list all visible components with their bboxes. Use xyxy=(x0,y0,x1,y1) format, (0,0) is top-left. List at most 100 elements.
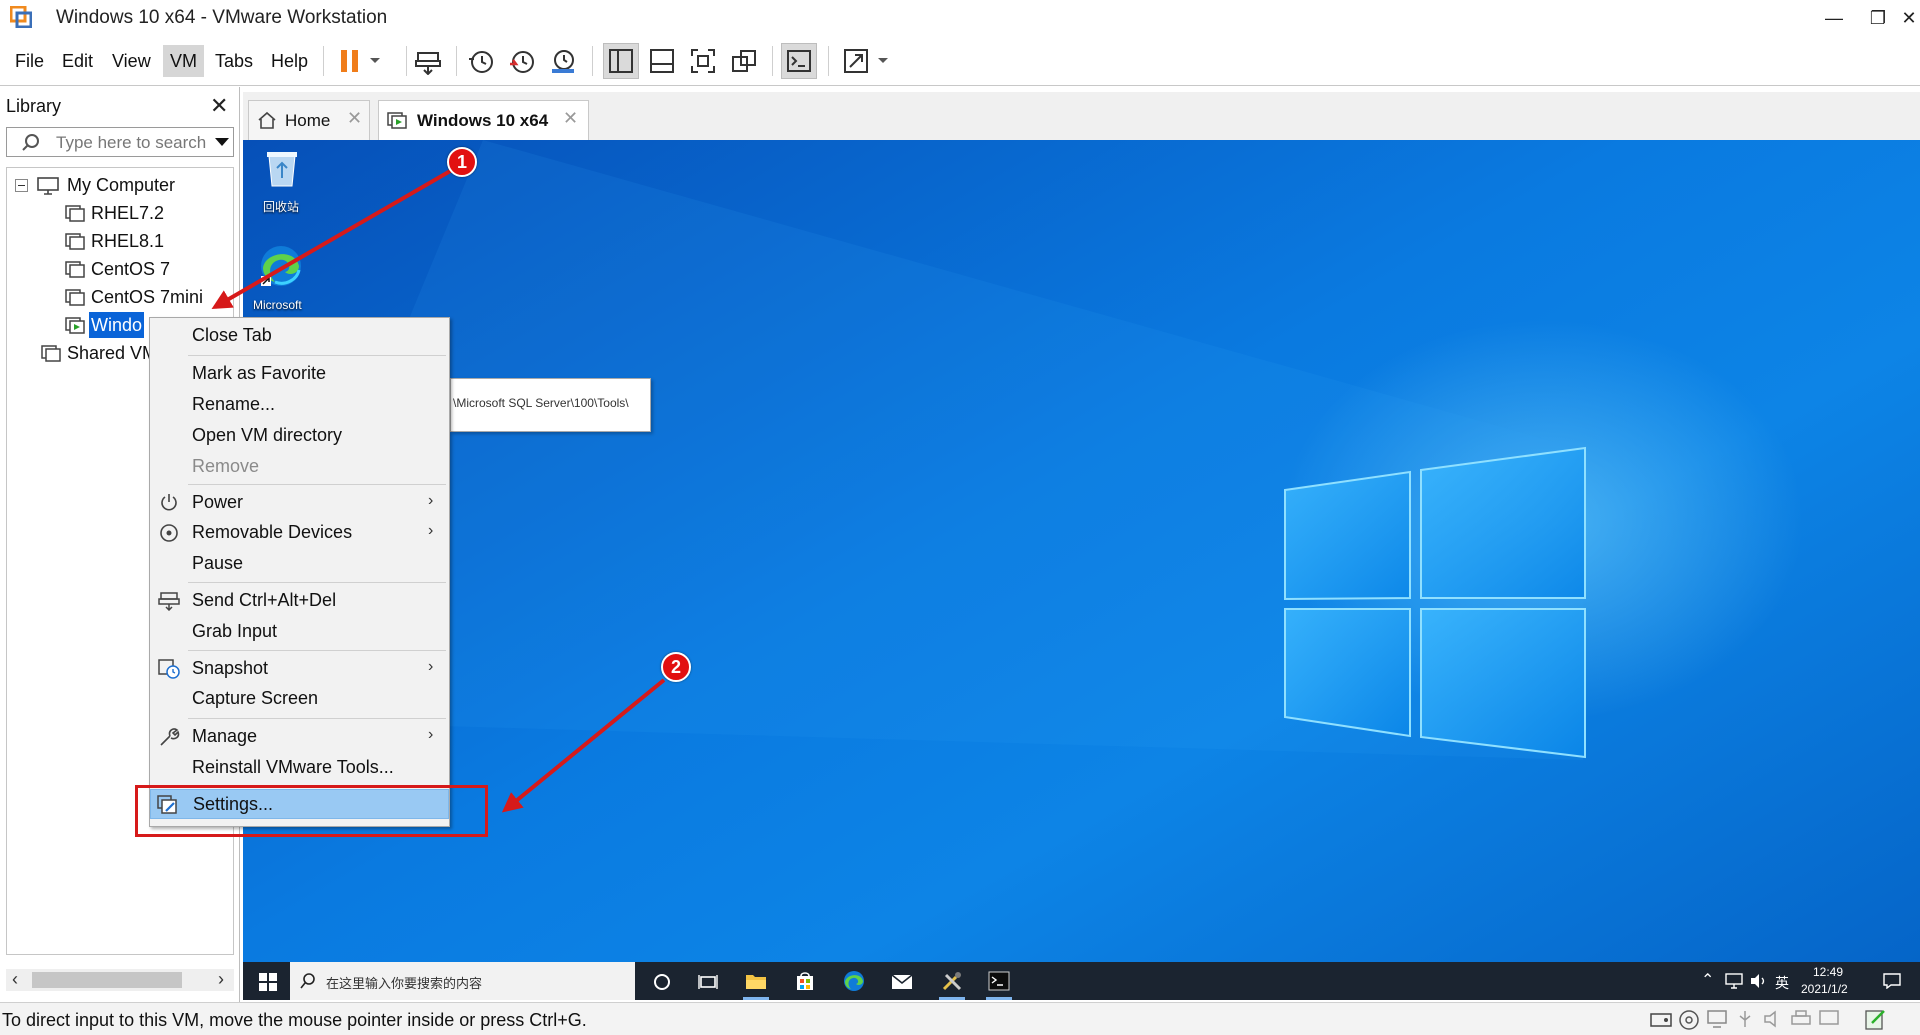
console-view-icon[interactable] xyxy=(781,43,817,79)
menu-view[interactable]: View xyxy=(105,45,158,77)
library-close-icon[interactable]: ✕ xyxy=(210,93,228,119)
desktop-icon-recycle-bin[interactable]: 回收站 xyxy=(255,148,307,218)
library-search-input[interactable]: Type here to search xyxy=(6,127,234,157)
tab-home[interactable]: Home ✕ xyxy=(248,100,370,140)
close-tab-vm-icon[interactable]: ✕ xyxy=(563,108,578,129)
vmware-window: Windows 10 x64 - VMware Workstation — ❐ … xyxy=(0,0,1920,1035)
menu-item-manage[interactable]: Manage › xyxy=(150,722,449,752)
annotation-badge-2: 2 xyxy=(661,652,691,682)
windows-wallpaper-logo xyxy=(243,140,1586,760)
snapshot-icon xyxy=(158,659,180,679)
tray-date[interactable]: 2021/1/2 xyxy=(1801,982,1848,996)
shared-vm-icon xyxy=(41,345,61,362)
submenu-arrow-icon: › xyxy=(428,492,434,509)
menu-item-snapshot[interactable]: Snapshot › xyxy=(150,654,449,684)
vm-context-menu: Close Tab Mark as Favorite Rename... Ope… xyxy=(149,317,450,827)
home-icon xyxy=(258,111,276,129)
taskbar-search-box[interactable]: 在这里输入你要搜索的内容 xyxy=(290,962,635,1000)
snapshot-take-icon[interactable] xyxy=(463,43,499,79)
menu-vm[interactable]: VM xyxy=(163,45,204,77)
send-ctrl-alt-del-icon[interactable] xyxy=(410,43,446,79)
printer-icon[interactable] xyxy=(1790,1009,1812,1029)
unity-icon[interactable] xyxy=(726,43,762,79)
computer-icon xyxy=(37,177,59,195)
vm-icon xyxy=(65,261,85,278)
edge-taskbar-icon[interactable] xyxy=(843,970,865,992)
menu-item-pause[interactable]: Pause xyxy=(150,549,449,579)
file-explorer-icon[interactable] xyxy=(745,972,767,990)
snapshot-revert-icon[interactable] xyxy=(504,43,540,79)
wrench-icon xyxy=(160,728,180,746)
full-screen-icon[interactable] xyxy=(685,43,721,79)
restore-button[interactable]: ❐ xyxy=(1856,2,1900,34)
tray-expand-icon[interactable]: ⌃ xyxy=(1701,970,1714,990)
message-log-icon[interactable] xyxy=(1864,1009,1888,1031)
menu-item-reinstall-vmware-tools[interactable]: Reinstall VMware Tools... xyxy=(150,753,449,783)
notification-icon[interactable] xyxy=(1883,973,1901,989)
close-tab-home-icon[interactable]: ✕ xyxy=(347,108,362,129)
store-icon[interactable] xyxy=(795,971,815,991)
search-dropdown-icon[interactable] xyxy=(215,138,229,147)
snapshot-manager-icon[interactable] xyxy=(545,43,581,79)
tools-app-icon[interactable] xyxy=(941,970,963,992)
windows-start-icon[interactable] xyxy=(259,973,277,991)
status-message: To direct input to this VM, move the mou… xyxy=(2,1010,587,1030)
terminal-icon[interactable] xyxy=(988,971,1010,991)
window-title: Windows 10 x64 - VMware Workstation xyxy=(56,7,388,28)
running-vm-icon xyxy=(387,112,407,129)
running-vm-icon xyxy=(65,317,85,334)
status-bar: To direct input to this VM, move the mou… xyxy=(0,1002,1920,1035)
network-icon[interactable] xyxy=(1725,973,1743,989)
scrollbar-thumb[interactable] xyxy=(32,972,182,988)
ime-indicator[interactable]: 英 xyxy=(1775,973,1789,993)
vmware-logo-icon xyxy=(10,6,32,28)
thumbnail-bar-icon[interactable] xyxy=(644,43,680,79)
collapse-icon[interactable] xyxy=(15,179,28,192)
close-window-button[interactable]: ✕ xyxy=(1898,2,1920,34)
vm-icon xyxy=(65,205,85,222)
vm-guest-desktop[interactable]: 回收站 Microsoft xyxy=(243,140,1920,962)
submenu-arrow-icon: › xyxy=(428,522,434,539)
desktop-icon-edge[interactable]: Microsoft xyxy=(249,244,309,314)
display-icon[interactable] xyxy=(1818,1009,1840,1029)
menu-item-grab-input[interactable]: Grab Input xyxy=(150,617,449,647)
network-adapter-icon[interactable] xyxy=(1706,1009,1728,1029)
library-view-icon[interactable] xyxy=(603,43,639,79)
edge-browser-icon xyxy=(261,246,301,286)
power-icon xyxy=(161,494,177,511)
scroll-left-icon[interactable]: ‹ xyxy=(12,969,18,990)
tab-bar: Home ✕ Windows 10 x64 ✕ xyxy=(243,92,1920,140)
menu-item-removable-devices[interactable]: Removable Devices › xyxy=(150,518,449,548)
menu-item-mark-as-favorite[interactable]: Mark as Favorite xyxy=(150,359,449,389)
usb-icon[interactable] xyxy=(1734,1009,1756,1029)
library-horizontal-scrollbar[interactable]: ‹ › xyxy=(6,969,234,991)
menu-item-remove: Remove xyxy=(192,456,260,476)
menu-edit[interactable]: Edit xyxy=(55,45,100,77)
tab-windows-10-x64[interactable]: Windows 10 x64 ✕ xyxy=(378,100,589,140)
pause-icon[interactable] xyxy=(332,43,368,79)
menu-item-rename[interactable]: Rename... xyxy=(150,390,449,420)
tray-time[interactable]: 12:49 xyxy=(1813,965,1843,979)
menu-item-close-tab[interactable]: Close Tab xyxy=(150,321,449,351)
minimize-button[interactable]: — xyxy=(1812,2,1856,34)
annotation-badge-1: 1 xyxy=(447,147,477,177)
menu-help[interactable]: Help xyxy=(264,45,315,77)
cd-dvd-icon[interactable] xyxy=(1678,1009,1700,1031)
menu-file[interactable]: File xyxy=(8,45,51,77)
mail-icon[interactable] xyxy=(891,972,913,990)
stretch-guest-icon[interactable] xyxy=(838,43,874,79)
menu-tabs[interactable]: Tabs xyxy=(208,45,260,77)
menu-item-power[interactable]: Power › xyxy=(150,488,449,518)
hard-disk-icon[interactable] xyxy=(1650,1009,1672,1029)
volume-icon[interactable] xyxy=(1749,973,1767,989)
stretch-dropdown-icon[interactable] xyxy=(872,43,894,79)
scroll-right-icon[interactable]: › xyxy=(218,969,224,990)
power-dropdown-icon[interactable] xyxy=(364,43,386,79)
cortana-icon[interactable] xyxy=(653,973,671,991)
menu-item-send-ctrl-alt-del[interactable]: Send Ctrl+Alt+Del xyxy=(150,586,449,616)
menu-item-open-vm-directory[interactable]: Open VM directory xyxy=(150,421,449,451)
removable-devices-icon xyxy=(160,524,178,542)
sound-card-icon[interactable] xyxy=(1762,1009,1784,1029)
task-view-icon[interactable] xyxy=(698,973,718,991)
menu-item-capture-screen[interactable]: Capture Screen xyxy=(150,684,449,714)
